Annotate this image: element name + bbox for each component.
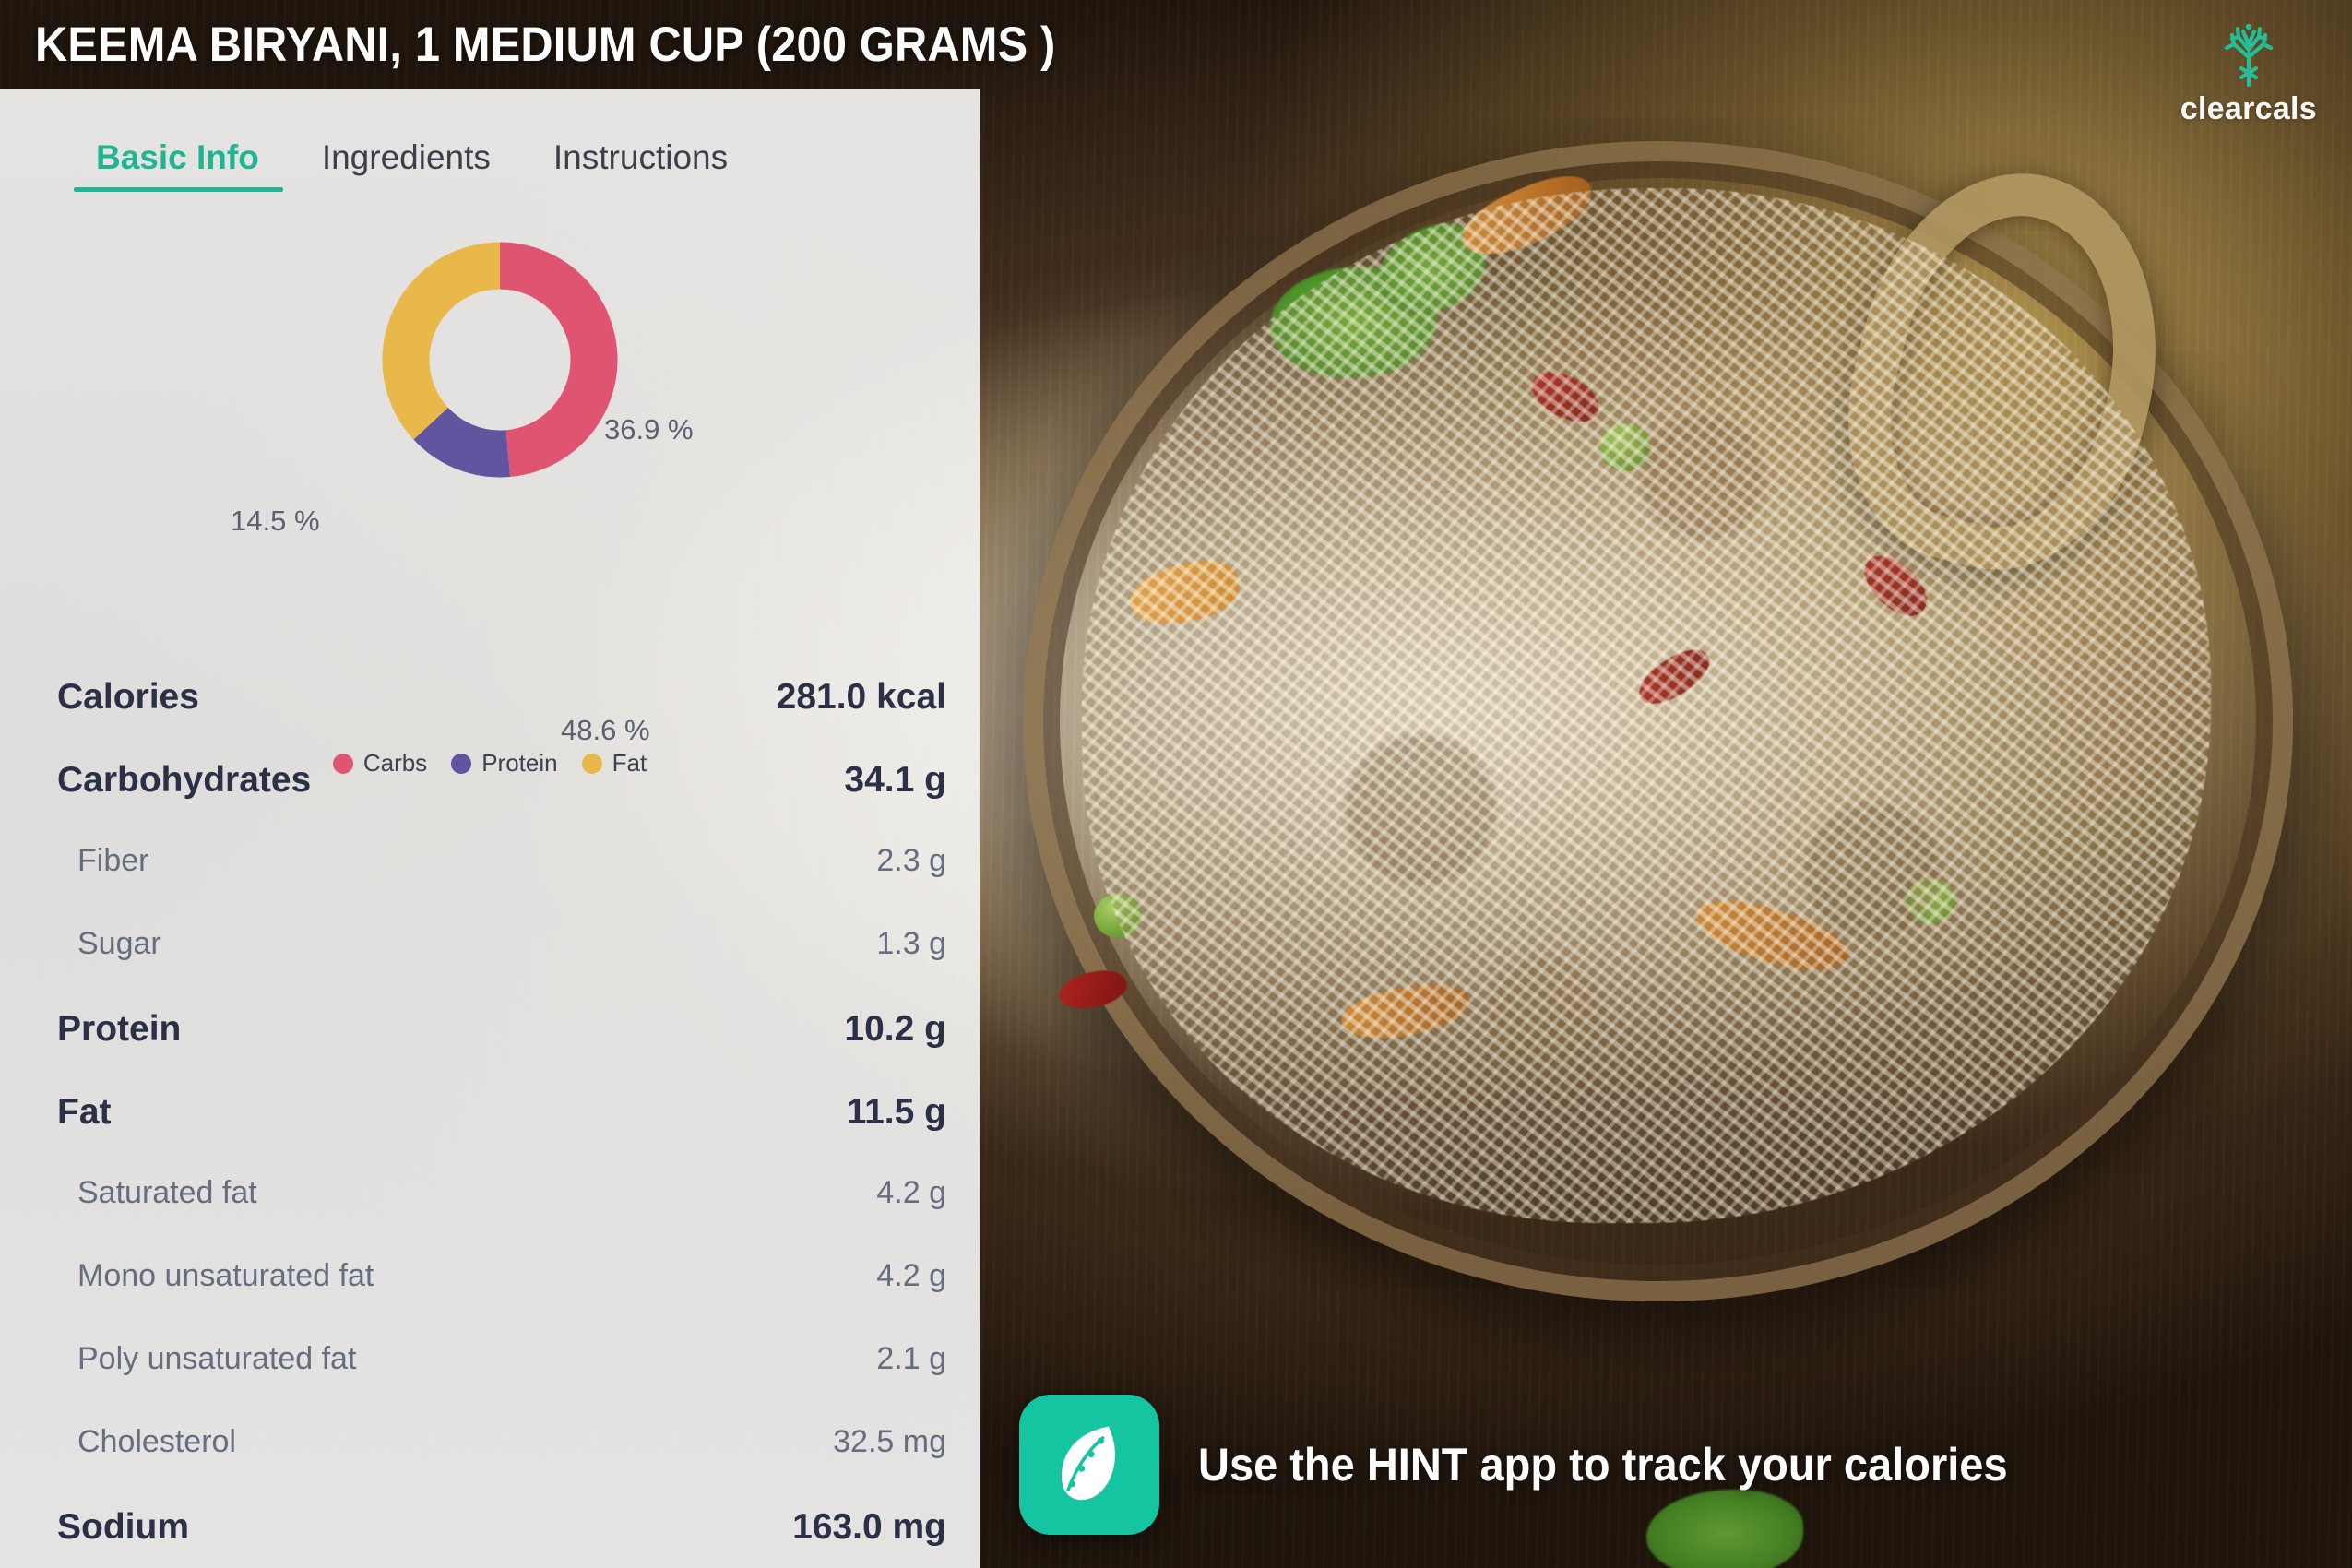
row-label: Fiber — [77, 843, 149, 878]
promo-text: Use the HINT app to track your calories — [1198, 1439, 2008, 1491]
legend-dot-protein — [451, 753, 472, 774]
table-row: Protein 10.2 g — [57, 1009, 946, 1092]
legend-dot-fat — [581, 753, 602, 774]
promo-banner[interactable]: Use the HINT app to track your calories — [1019, 1395, 2060, 1535]
tab-ingredients[interactable]: Ingredients — [291, 138, 522, 192]
donut-label-fat: 36.9 % — [604, 413, 694, 445]
legend-item-protein: Protein — [451, 749, 558, 778]
donut-label-carbs: 48.6 % — [561, 714, 650, 746]
nutrition-panel: Basic Info Ingredients Instructions 36.9… — [0, 89, 980, 1568]
row-value: 1.3 g — [876, 926, 946, 961]
brand-watermark: clearcals — [2180, 17, 2317, 127]
hint-app-icon[interactable] — [1019, 1395, 1159, 1535]
nutrition-table: Calories 281.0 kcal Carbohydrates 34.1 g… — [0, 677, 980, 1568]
table-row: Poly unsaturated fat 2.1 g — [57, 1341, 946, 1424]
red-chilli — [1853, 545, 1937, 626]
table-row: Fat 11.5 g — [57, 1092, 946, 1175]
green-pea — [1093, 894, 1142, 938]
chart-legend: Carbs Protein Fat — [0, 749, 980, 778]
legend-label-protein: Protein — [481, 749, 558, 777]
bowl-handle — [1814, 142, 2197, 600]
table-row: Fiber 2.3 g — [57, 843, 946, 926]
table-row: Mono unsaturated fat 4.2 g — [57, 1258, 946, 1341]
leaf-icon — [1041, 1415, 1137, 1515]
title-bar: KEEMA BIRYANI, 1 MEDIUM CUP (200 GRAMS ) — [0, 0, 2352, 89]
tab-bar: Basic Info Ingredients Instructions — [0, 89, 980, 192]
row-value: 4.2 g — [876, 1258, 946, 1293]
row-value: 163.0 mg — [792, 1507, 946, 1547]
row-value: 32.5 mg — [833, 1424, 946, 1459]
legend-dot-carbs — [332, 753, 353, 774]
tree-icon — [2210, 17, 2287, 93]
legend-label-fat: Fat — [612, 749, 647, 777]
table-row: Sugar 1.3 g — [57, 926, 946, 1009]
table-row: Cholesterol 32.5 mg — [57, 1424, 946, 1507]
row-label: Mono unsaturated fat — [77, 1258, 374, 1293]
mint-garnish — [1270, 267, 1436, 377]
row-label: Sugar — [77, 926, 161, 961]
legend-item-fat: Fat — [581, 749, 647, 778]
tab-basic-info[interactable]: Basic Info — [74, 138, 291, 192]
fried-onion — [1453, 164, 1602, 267]
red-chilli — [1054, 964, 1131, 1016]
row-value: 2.1 g — [876, 1341, 946, 1376]
brand-name: clearcals — [2180, 91, 2317, 126]
row-label: Protein — [57, 1009, 182, 1049]
row-value: 4.2 g — [876, 1175, 946, 1210]
cashew-nut — [1123, 553, 1245, 633]
row-label: Calories — [57, 677, 199, 717]
legend-label-carbs: Carbs — [362, 749, 428, 777]
table-row: Sodium 163.0 mg — [57, 1507, 946, 1568]
red-chilli — [1523, 362, 1607, 431]
table-row: Calories 281.0 kcal — [57, 677, 946, 760]
donut-graphic — [362, 221, 638, 498]
row-label: Fat — [57, 1092, 112, 1132]
green-pea — [1905, 878, 1955, 924]
donut-label-protein: 14.5 % — [231, 505, 320, 537]
legend-item-carbs: Carbs — [332, 749, 428, 778]
row-value: 2.3 g — [876, 843, 946, 878]
red-chilli — [1631, 638, 1717, 716]
green-pea — [1599, 423, 1651, 471]
row-value: 11.5 g — [846, 1092, 946, 1132]
tab-instructions[interactable]: Instructions — [522, 138, 759, 192]
row-label: Sodium — [57, 1507, 189, 1547]
page-title: KEEMA BIRYANI, 1 MEDIUM CUP (200 GRAMS ) — [35, 17, 1056, 72]
fried-onion — [1689, 886, 1855, 986]
row-label: Saturated fat — [77, 1175, 257, 1210]
table-row: Saturated fat 4.2 g — [57, 1175, 946, 1258]
mint-garnish-leaf — [1364, 210, 1498, 327]
row-label: Poly unsaturated fat — [77, 1341, 357, 1376]
macro-donut-chart: 36.9 % 14.5 % 48.6 % Carbs Protein Fat — [0, 196, 980, 777]
row-value: 10.2 g — [844, 1009, 946, 1049]
fried-onion — [1337, 979, 1473, 1045]
row-value: 281.0 kcal — [776, 677, 946, 717]
row-label: Cholesterol — [77, 1424, 236, 1459]
